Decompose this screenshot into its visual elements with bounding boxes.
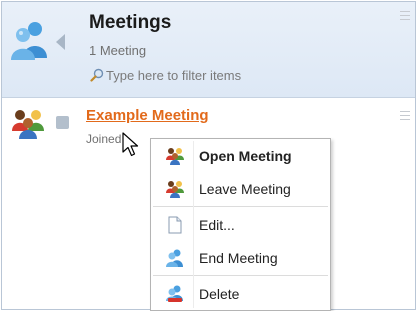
delete-icon <box>166 285 183 302</box>
meeting-group-icon <box>166 180 184 198</box>
meeting-title-link[interactable]: Example Meeting <box>86 107 209 124</box>
meeting-count: 1 Meeting <box>89 43 147 58</box>
menu-item-end-meeting[interactable]: End Meeting <box>151 241 330 274</box>
mouse-cursor-icon <box>122 132 139 157</box>
menu-item-leave-meeting[interactable]: Leave Meeting <box>151 172 330 205</box>
menu-divider <box>153 275 328 276</box>
meeting-group-icon <box>12 110 44 139</box>
panel-header: Meetings 1 Meeting <box>2 2 415 98</box>
menu-item-label: End Meeting <box>199 249 278 266</box>
menu-item-label: Edit... <box>199 216 235 233</box>
filter-input[interactable] <box>106 65 346 85</box>
meeting-group-icon <box>166 147 184 165</box>
status-icon <box>56 116 69 129</box>
meeting-status: Joined <box>86 132 122 146</box>
back-arrow-icon[interactable] <box>56 34 65 50</box>
row-menu-handle-icon[interactable] <box>400 111 410 120</box>
meetings-panel: Meetings 1 Meeting Example Meeting Joine… <box>1 1 416 311</box>
menu-item-delete[interactable]: Delete <box>151 277 330 310</box>
menu-item-open-meeting[interactable]: Open Meeting <box>151 139 330 172</box>
search-icon <box>90 68 104 82</box>
menu-item-label: Leave Meeting <box>199 180 291 197</box>
menu-item-label: Delete <box>199 285 240 302</box>
page-title: Meetings <box>89 12 172 33</box>
menu-divider <box>153 206 328 207</box>
document-icon <box>168 216 182 233</box>
meetings-group-icon <box>11 22 47 60</box>
end-meeting-icon <box>166 249 183 267</box>
header-menu-handle-icon[interactable] <box>400 11 410 20</box>
menu-item-label: Open Meeting <box>199 147 292 164</box>
context-menu: Open Meeting Leave Meeting Edit... End M… <box>150 138 331 311</box>
menu-item-edit[interactable]: Edit... <box>151 208 330 241</box>
